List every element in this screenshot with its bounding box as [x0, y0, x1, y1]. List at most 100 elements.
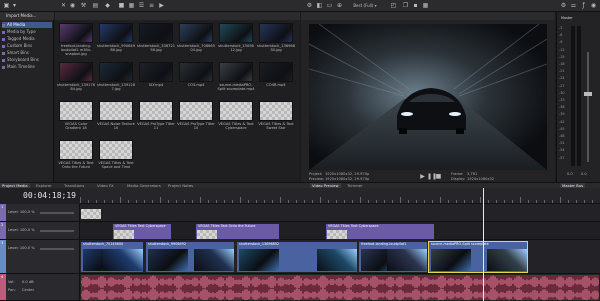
media-thumbnail[interactable] [179, 62, 213, 82]
audio-clip[interactable] [80, 274, 600, 301]
media-thumbnail[interactable] [59, 23, 93, 43]
ruler-tick [496, 200, 497, 203]
tag-icon[interactable]: ◆ [104, 2, 111, 9]
ruler-tick [176, 200, 177, 203]
bin-item[interactable]: Smart Bins [2, 50, 29, 56]
playhead[interactable] [483, 188, 484, 301]
view-icon[interactable]: ▤ [92, 2, 99, 9]
fx-icon[interactable]: ƒ [580, 2, 587, 9]
grid-icon[interactable]: ▦ [128, 2, 135, 9]
level-slider[interactable] [40, 212, 74, 214]
media-thumbnail[interactable] [59, 62, 93, 82]
ruler-tick [200, 197, 201, 203]
title-clip[interactable]: VEGAS Titles Text Cyberspace [325, 223, 435, 240]
tools-icon[interactable]: ⚒ [80, 2, 87, 9]
title-clip[interactable]: VEGAS Titles Text Cyberspace [112, 223, 172, 240]
media-thumbnail[interactable] [259, 101, 293, 121]
bin-item[interactable]: Storyboard Bins [2, 57, 39, 63]
media-thumbnail[interactable] [99, 101, 133, 121]
list-icon[interactable]: ☰ [138, 2, 145, 9]
import-media-button[interactable]: Import Media... [0, 12, 54, 20]
media-thumbnail[interactable] [59, 140, 93, 160]
track-header[interactable]: 1 Level: 100.0 % [0, 204, 80, 222]
bin-item[interactable]: Tagged Media [2, 36, 35, 42]
media-thumbnail[interactable] [139, 62, 173, 82]
folder-icon[interactable]: ▣ [3, 2, 10, 9]
media-thumbnail[interactable] [99, 23, 133, 43]
media-thumbnail[interactable] [99, 140, 133, 160]
clip-thumbnail [103, 249, 143, 271]
ruler-tick [160, 197, 161, 203]
stop-square-icon[interactable]: ■ [118, 2, 125, 9]
preview-stats: Project: 1920x1080x32, 29.970p Preview: … [301, 172, 555, 182]
zoom-icon[interactable]: ⊕ [336, 2, 343, 9]
video-clip[interactable]: shutterstock_13696852 [236, 241, 358, 273]
save-icon[interactable]: ▪ [412, 2, 419, 9]
details-icon[interactable]: ≡ [148, 2, 155, 9]
bin-item[interactable]: Media by Type [2, 29, 36, 35]
video-clip[interactable]: shutterstock_70145600 [80, 241, 144, 273]
meter-tick-label: -48 [559, 134, 565, 138]
ruler-tick [504, 200, 505, 203]
video-clip[interactable]: freefoot-landing-loudpilot1 [358, 241, 428, 273]
media-thumbnail[interactable] [139, 101, 173, 121]
track-lane[interactable] [80, 204, 600, 222]
bin-item[interactable]: Custom Bins [2, 43, 32, 49]
folder-icon [2, 37, 5, 41]
preview-label: Preview: [309, 177, 325, 181]
ruler-tick [304, 200, 305, 203]
close-icon[interactable]: ✕ [60, 2, 67, 9]
preview-frame[interactable] [309, 24, 547, 170]
media-thumbnail[interactable] [59, 101, 93, 121]
ruler-tick [104, 200, 105, 203]
master-fader-handle[interactable] [584, 92, 592, 96]
bin-item-label: Main Timeline [7, 64, 35, 69]
mute-icon[interactable]: ◉ [590, 2, 597, 9]
media-thumbnail[interactable] [179, 23, 213, 43]
preview-icon[interactable]: ▶ [158, 2, 165, 9]
level-slider[interactable] [40, 248, 74, 250]
media-thumbnail[interactable] [259, 23, 293, 43]
bin-item[interactable]: All Media [2, 22, 52, 28]
bin-item[interactable]: Main Timeline [2, 64, 35, 70]
ruler-tick [368, 200, 369, 203]
mixer-icon[interactable]: ⚌ [570, 2, 577, 9]
selection-region [428, 241, 528, 273]
import-icon[interactable]: ▾ [11, 2, 18, 9]
media-thumbnail[interactable] [179, 101, 213, 121]
quality-dropdown[interactable]: Best (Full) ▾ [350, 2, 380, 9]
track-header[interactable]: 4 Vol: 0.0 dB Pan: Center [0, 274, 80, 301]
track-header[interactable]: 2 Level: 100.0 % [0, 222, 80, 240]
ruler-tick [520, 197, 521, 203]
audio-waveform [81, 275, 599, 300]
media-thumbnail[interactable] [219, 62, 253, 82]
ruler-tick [464, 200, 465, 203]
track-number: 3 [1, 241, 4, 245]
ruler-tick [248, 200, 249, 203]
media-thumbnail[interactable] [219, 23, 253, 43]
snapshot-icon[interactable]: ◰ [390, 2, 397, 9]
track-header[interactable]: 3 Level: 100.0 % [0, 240, 80, 274]
folder-icon [2, 23, 5, 27]
media-thumbnail[interactable] [139, 23, 173, 43]
clip-title: shutterstock_13696852 [239, 242, 280, 246]
video-clip[interactable]: shutterstock_9906492 [145, 241, 235, 273]
media-thumbnail[interactable] [259, 62, 293, 82]
master-settings-icon[interactable]: ⚙ [560, 2, 567, 9]
copy-icon[interactable]: ❐ [402, 2, 409, 9]
level-slider[interactable] [40, 230, 74, 232]
ruler-tick [584, 200, 585, 203]
media-label: shutterstock_9906492 86.jpg [97, 44, 135, 53]
overlay-icon[interactable]: ▭ [326, 2, 333, 9]
capture-icon[interactable]: ◉ [69, 2, 76, 9]
title-clip[interactable] [80, 208, 102, 220]
grid-overlay-icon[interactable]: ▦ [422, 2, 429, 9]
split-icon[interactable]: ◧ [316, 2, 323, 9]
title-clip[interactable]: VEGAS Titles Text Onto the Future [195, 223, 280, 240]
media-thumbnail[interactable] [219, 101, 253, 121]
timeline-ruler[interactable] [80, 188, 600, 204]
media-thumbnail[interactable] [99, 62, 133, 82]
master-level-right: 0.0 [581, 172, 587, 176]
folder-icon [2, 65, 5, 69]
settings-icon[interactable]: ⚙ [306, 2, 313, 9]
